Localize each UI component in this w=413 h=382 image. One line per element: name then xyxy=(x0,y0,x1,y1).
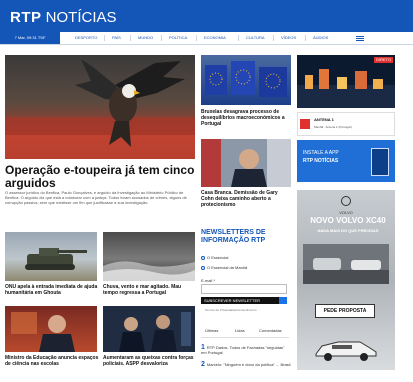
site-header: RTP NOTÍCIAS xyxy=(0,0,413,32)
ad-subheadline: NADA MAIS DO QUE PRECISAS xyxy=(317,228,379,233)
nav-divider xyxy=(130,35,131,41)
article-title[interactable]: ONU apela à entrada imediata de ajuda hu… xyxy=(5,284,99,296)
article-tabs: Últimas Lidas Comentadas xyxy=(201,327,289,338)
nav-item-cultura[interactable]: Cultura xyxy=(246,32,265,44)
phone-icon xyxy=(371,148,389,176)
article-image-tank[interactable] xyxy=(5,232,97,281)
subscribe-label: SUBSCREVER NEWSLETTER xyxy=(204,298,261,303)
newsletter-option-essencial[interactable]: O Essencial xyxy=(201,255,228,260)
tab-lidas[interactable]: Lidas xyxy=(235,328,245,333)
option-label: O Essencial xyxy=(207,255,229,260)
person-icon xyxy=(11,312,75,352)
nav-item-politica[interactable]: Política xyxy=(169,32,187,44)
article-title[interactable]: Chuva, vento e mar agitado. Mau tempo re… xyxy=(103,284,195,296)
list-item[interactable]: 1 RTP Dados. Todos de Fachadas "seguidas"… xyxy=(201,344,291,355)
nav-item-videos[interactable]: Vídeos xyxy=(281,32,296,44)
app-promo-line2: RTP NOTÍCIAS xyxy=(303,158,339,164)
tab-comentadas[interactable]: Comentadas xyxy=(259,328,282,333)
list-item[interactable]: 2 Marcelo: "Ninguém é dono da política" .… xyxy=(201,361,291,368)
volvo-logo-icon xyxy=(341,196,351,206)
person-icon xyxy=(201,139,291,187)
eu-flags-icon xyxy=(205,61,287,97)
nav-item-economia[interactable]: Economia xyxy=(204,32,226,44)
antena-subtitle: Manhã · Antena 1 (Portugal) xyxy=(314,125,352,129)
article-image-cohn[interactable] xyxy=(201,139,291,187)
nav-divider xyxy=(196,35,197,41)
logo-noticias: NOTÍCIAS xyxy=(45,9,117,26)
article-title[interactable]: Casa Branca. Demissão de Gary Cohn deixa… xyxy=(201,190,291,208)
app-promo-line1: INSTALE A APP xyxy=(303,150,339,156)
article-title[interactable]: Aumentaram as queixas contra forças poli… xyxy=(103,355,195,367)
radio-button[interactable] xyxy=(201,255,205,260)
nav-item-mundo[interactable]: Mundo xyxy=(138,32,153,44)
subscribe-button[interactable]: SUBSCREVER NEWSLETTER xyxy=(201,297,287,304)
app-promo[interactable]: INSTALE A APP RTP NOTÍCIAS xyxy=(297,140,395,182)
live-video-thumbnail[interactable]: DIRETO xyxy=(297,55,395,108)
car-icon xyxy=(303,258,389,284)
list-item-text: Marcelo: "Ninguém é dono da política" ..… xyxy=(206,362,291,367)
article-image-police[interactable] xyxy=(103,306,195,352)
nav-divider xyxy=(104,35,105,41)
ad-cta-button[interactable]: PEDE PROPOSTA xyxy=(315,304,375,318)
site-logo[interactable]: RTP NOTÍCIAS xyxy=(10,10,117,26)
tab-ultimas[interactable]: Últimas xyxy=(205,328,218,333)
article-title[interactable]: Ministro da Educação anuncia espaços de … xyxy=(5,355,99,367)
live-badge: DIRETO xyxy=(373,57,393,63)
car-icon xyxy=(315,341,377,361)
article-image-eu-flags[interactable] xyxy=(201,55,291,105)
list-item-text: RTP Dados. Todos de Fachadas "seguidas" … xyxy=(201,345,285,355)
storm-icon xyxy=(103,261,195,281)
nav-divider xyxy=(161,35,162,41)
article-title[interactable]: Bruxelas desagrava processo de desequilí… xyxy=(201,109,291,127)
arrow-icon xyxy=(279,297,287,304)
main-nav: 7 Mar, 09:31 TSF Desporto País Mundo Pol… xyxy=(0,32,413,45)
antena-name: ANTENA 1 xyxy=(314,117,334,122)
article-image-storm[interactable] xyxy=(103,232,195,281)
newsletter-title: NEWSLETTERS DE INFORMAÇÃO RTP xyxy=(201,229,266,244)
terms-text[interactable]: Termos de Privacidade/Consentimento xyxy=(205,308,257,312)
main-headline[interactable]: Operação e-toupeira já tem cinco arguido… xyxy=(5,164,195,190)
ad-car xyxy=(312,338,380,362)
ad-image xyxy=(303,244,389,284)
main-lead: O assessor jurídico do Benfica, Paulo Go… xyxy=(5,190,187,205)
police-icon xyxy=(103,306,195,352)
ad-headline: NOVO VOLVO XC40 xyxy=(310,216,386,225)
eagle-icon xyxy=(5,59,195,159)
newsletter-option-manha[interactable]: O Essencial da Manhã xyxy=(201,265,247,270)
email-field[interactable] xyxy=(201,284,287,294)
nav-item-desporto[interactable]: Desporto xyxy=(75,32,97,44)
logo-rtp: RTP xyxy=(10,9,42,26)
article-image-minister[interactable] xyxy=(5,306,97,352)
nav-item-pais[interactable]: País xyxy=(112,32,121,44)
nav-divider xyxy=(305,35,306,41)
nav-divider xyxy=(238,35,239,41)
option-label: O Essencial da Manhã xyxy=(207,265,248,270)
hero-image[interactable] xyxy=(5,55,195,159)
tank-icon xyxy=(25,248,87,270)
nav-divider xyxy=(273,35,274,41)
ad-brand: VOLVO xyxy=(339,210,353,215)
menu-icon[interactable] xyxy=(356,36,364,37)
date-pill: 7 Mar, 09:31 TSF xyxy=(0,32,60,44)
play-icon xyxy=(300,119,310,129)
email-label: E-mail * xyxy=(201,278,216,283)
nav-item-audios[interactable]: Áudios xyxy=(313,32,328,44)
radio-card[interactable]: ANTENA 1 Manhã · Antena 1 (Portugal) xyxy=(297,112,395,136)
radio-button[interactable] xyxy=(201,265,205,270)
